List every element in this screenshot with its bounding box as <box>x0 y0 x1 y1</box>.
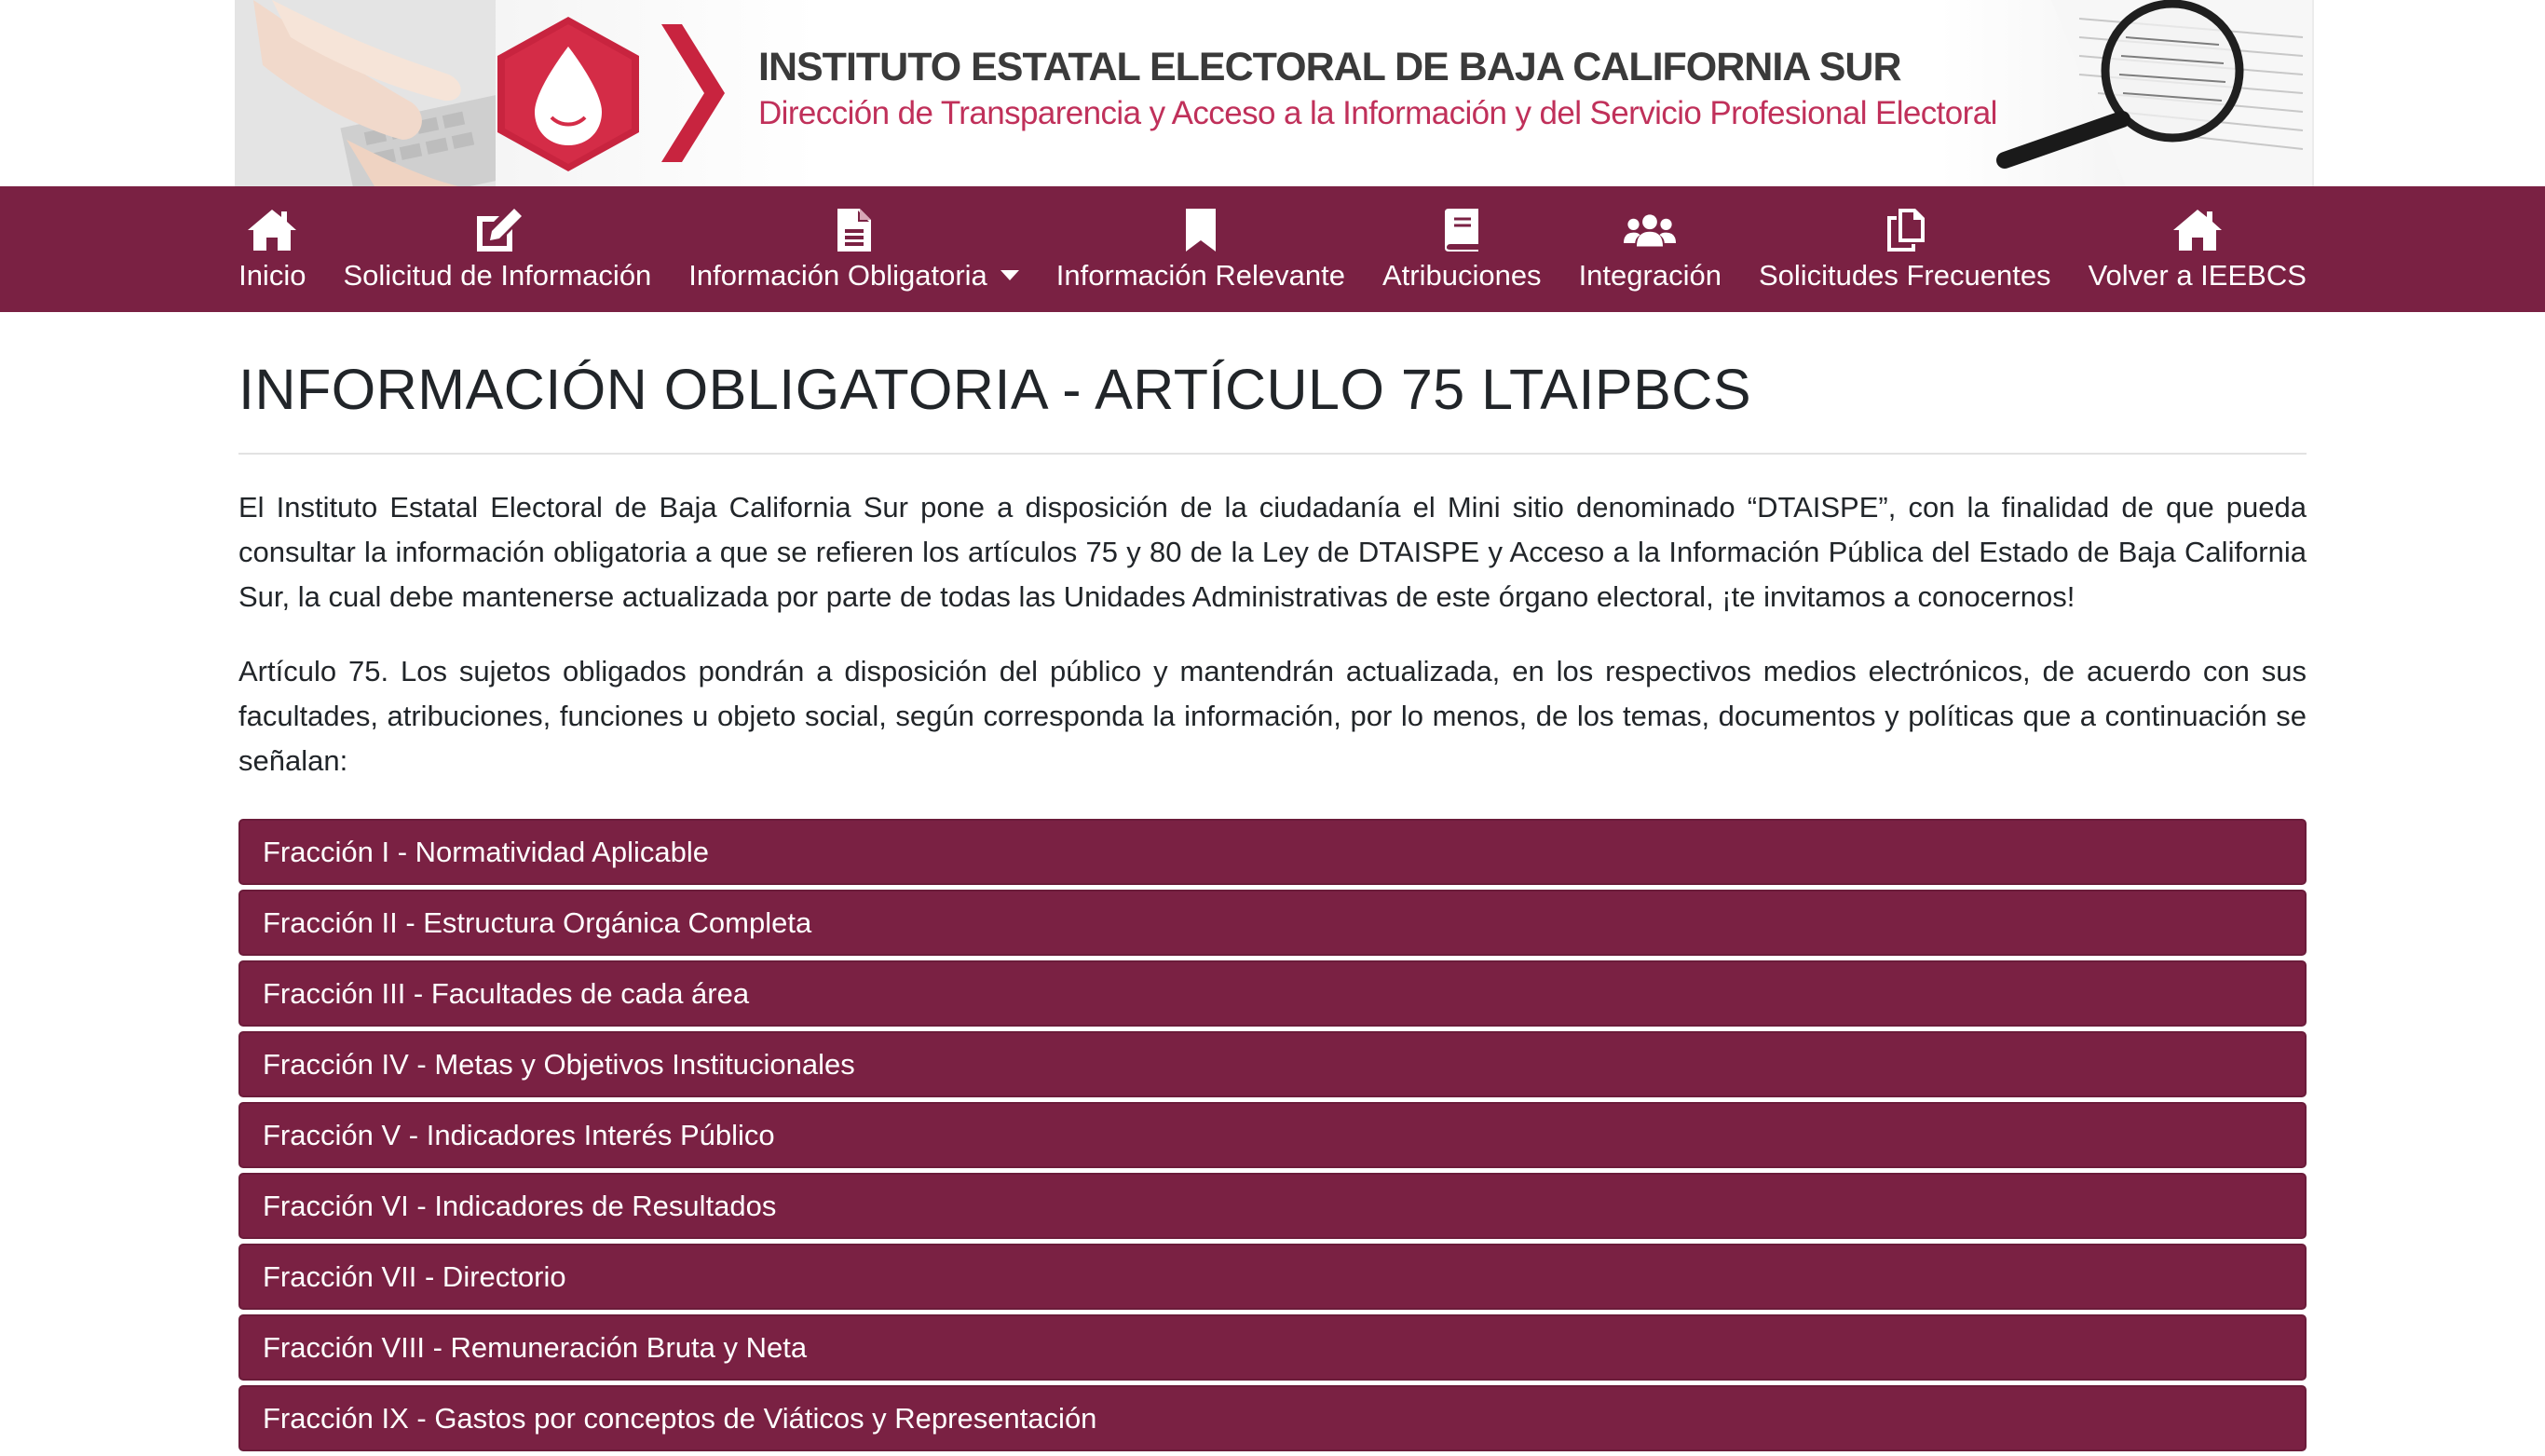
title-divider <box>238 453 2307 456</box>
fraccion-button-viii[interactable]: Fracción VIII - Remuneración Bruta y Net… <box>238 1314 2307 1381</box>
nav-item-solicitudes-frecuentes[interactable]: Solicitudes Frecuentes <box>1740 186 2070 312</box>
fracciones-accordion: Fracción I - Normatividad Aplicable Frac… <box>238 819 2307 1452</box>
banner-title: INSTITUTO ESTATAL ELECTORAL DE BAJA CALI… <box>758 45 1901 89</box>
nav-item-informacion-obligatoria[interactable]: Información Obligatoria <box>670 186 1038 312</box>
home-icon <box>246 207 298 253</box>
nav-item-atribuciones[interactable]: Atribuciones <box>1364 186 1560 312</box>
header-banner: INSTITUTO ESTATAL ELECTORAL DE BAJA CALI… <box>0 0 2545 186</box>
nav-label-with-dropdown: Información Obligatoria <box>688 259 1019 293</box>
nav-item-integracion[interactable]: Integración <box>1560 186 1740 312</box>
home-icon <box>2171 207 2224 253</box>
fraccion-button-v[interactable]: Fracción V - Indicadores Interés Público <box>238 1102 2307 1169</box>
bookmark-icon <box>1175 207 1227 253</box>
ieebcs-logo-icon <box>497 17 639 171</box>
fraccion-button-ix[interactable]: Fracción IX - Gastos por conceptos de Vi… <box>238 1385 2307 1452</box>
main-content: INFORMACIÓN OBLIGATORIA - ARTÍCULO 75 LT… <box>238 312 2307 1456</box>
fraccion-button-vii[interactable]: Fracción VII - Directorio <box>238 1244 2307 1311</box>
main-navbar: Inicio Solicitud de Información Informac… <box>0 186 2545 312</box>
fraccion-button-ii[interactable]: Fracción II - Estructura Orgánica Comple… <box>238 890 2307 957</box>
article-75-paragraph: Artículo 75. Los sujetos obligados pondr… <box>238 655 2307 778</box>
magnifying-glass-image <box>1996 0 2312 186</box>
fraccion-button-vi[interactable]: Fracción VI - Indicadores de Resultados <box>238 1173 2307 1240</box>
chevron-right-icon <box>661 24 725 162</box>
caret-down-icon <box>1000 270 1019 280</box>
nav-item-informacion-relevante[interactable]: Información Relevante <box>1038 186 1364 312</box>
nav-label: Solicitud de Información <box>343 258 652 292</box>
nav-item-volver-ieebcs[interactable]: Volver a IEEBCS <box>2070 186 2325 312</box>
edit-icon <box>471 207 524 253</box>
nav-item-solicitud-informacion[interactable]: Solicitud de Información <box>324 186 670 312</box>
fraccion-button-i[interactable]: Fracción I - Normatividad Aplicable <box>238 819 2307 886</box>
fraccion-button-iii[interactable]: Fracción III - Facultades de cada área <box>238 960 2307 1027</box>
users-icon <box>1624 207 1677 253</box>
fraccion-button-iv[interactable]: Fracción IV - Metas y Objetivos Instituc… <box>238 1031 2307 1098</box>
nav-label: Información Relevante <box>1055 258 1345 292</box>
copy-icon <box>1879 207 1931 253</box>
nav-item-inicio[interactable]: Inicio <box>220 186 324 312</box>
keyboard-hands-image <box>235 0 496 186</box>
nav-label: Información Obligatoria <box>688 258 987 292</box>
banner-subtitle: Dirección de Transparencia y Acceso a la… <box>758 95 1997 131</box>
nav-label: Inicio <box>238 258 306 292</box>
nav-label: Solicitudes Frecuentes <box>1758 258 2051 292</box>
book-icon <box>1436 207 1488 253</box>
page-title: INFORMACIÓN OBLIGATORIA - ARTÍCULO 75 LT… <box>238 358 1752 421</box>
intro-paragraph: El Instituto Estatal Electoral de Baja C… <box>238 491 2307 614</box>
nav-label: Integración <box>1578 258 1722 292</box>
file-text-icon <box>828 207 880 253</box>
banner-image: INSTITUTO ESTATAL ELECTORAL DE BAJA CALI… <box>235 0 2314 186</box>
nav-label: Volver a IEEBCS <box>2088 258 2307 292</box>
nav-label: Atribuciones <box>1381 258 1542 292</box>
